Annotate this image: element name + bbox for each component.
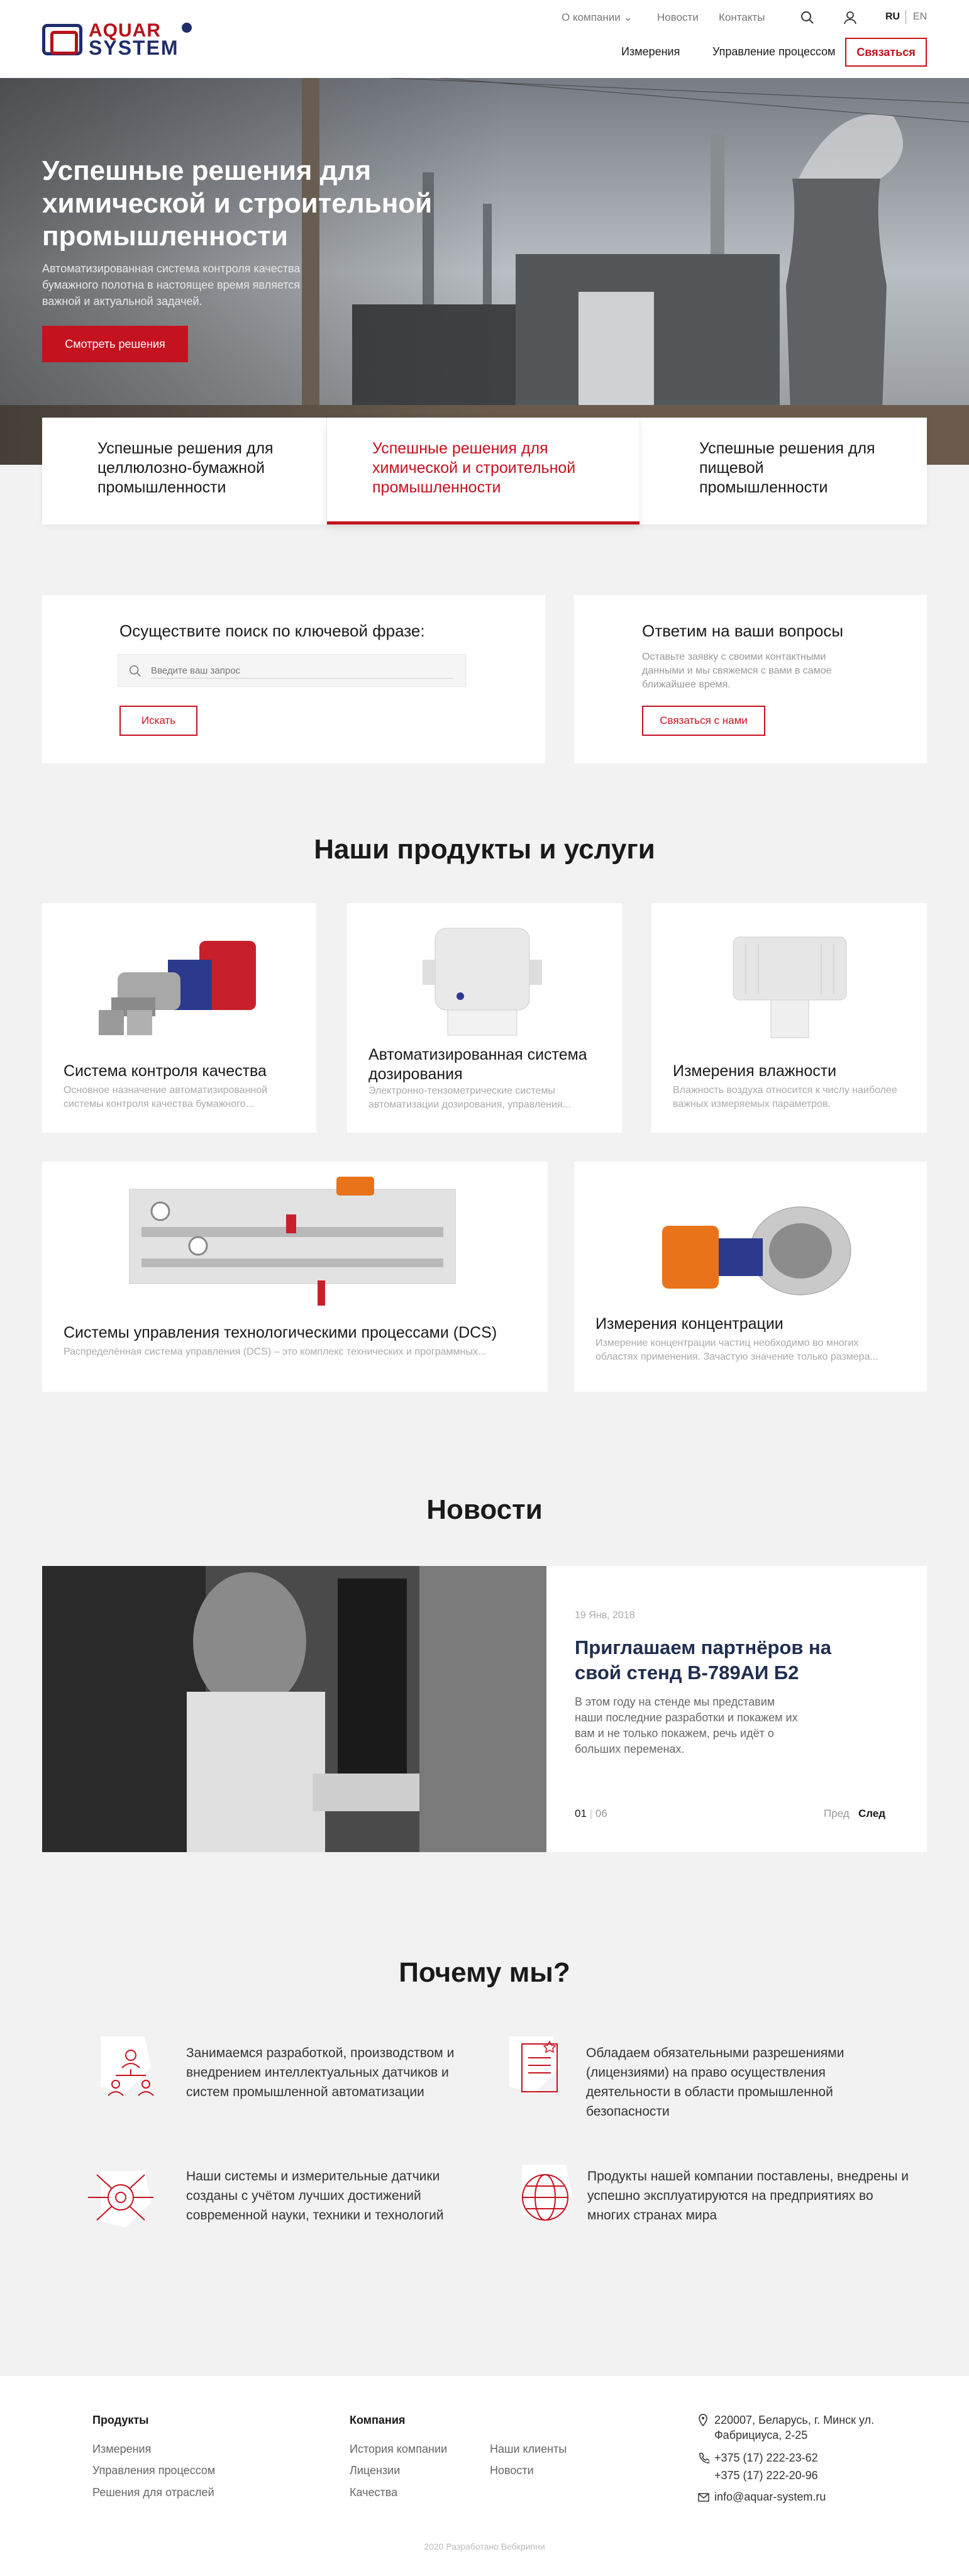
hero-banner: Успешные решения для химической и строит… [0, 78, 969, 465]
product-title: Измерения влажности [673, 1062, 837, 1080]
tab-pulp-paper[interactable]: Успешные решения для целлюлозно-бумажной… [42, 418, 326, 525]
logo-text-bottom: SYSTEM [89, 36, 179, 59]
product-desc: Электронно-тензометрические системы авто… [368, 1085, 571, 1110]
product-card-humidity[interactable]: Измерения влажности Влажность воздуха от… [651, 903, 927, 1133]
product-desc: Основное назначение автоматизированной с… [64, 1085, 268, 1109]
nav-contacts[interactable]: Контакты [719, 11, 765, 24]
news-next-button[interactable]: След [858, 1807, 885, 1820]
products-section-title: Наши продукты и услуги [314, 834, 655, 865]
news-slider: 19 Янв, 2018 Приглашаем партнёров на сво… [42, 1566, 927, 1852]
chevron-down-icon: ⌄ [623, 11, 633, 23]
globe-icon [522, 2165, 572, 2221]
scientist-microscope-image [42, 1566, 546, 1852]
search-card: Осуществите поиск по ключевой фразе: Иск… [42, 595, 545, 763]
lang-en[interactable]: EN [913, 11, 927, 23]
footer-link[interactable]: Управления процессом [92, 2464, 215, 2477]
search-button[interactable]: Искать [119, 706, 197, 736]
product-desc: Измерение концентрации частиц необходимо… [595, 1338, 878, 1362]
product-title: Измерения концентрации [595, 1315, 784, 1333]
search-icon[interactable] [800, 10, 815, 25]
questions-card: Ответим на ваши вопросы Оставьте заявку … [574, 595, 927, 763]
location-pin-icon [699, 2414, 707, 2426]
why-item-text: Занимаемся разработкой, производством и … [186, 2046, 455, 2099]
team-hierarchy-icon [101, 2036, 154, 2096]
footer-link[interactable]: Наши клиенты [490, 2443, 567, 2456]
footer-phone-2[interactable]: +375 (17) 222-20-96 [714, 2469, 818, 2482]
news-counter-total: 06 [595, 1807, 607, 1819]
product-title: Системы управления технологическими проц… [64, 1324, 497, 1341]
why-item-text: Продукты нашей компании поставлены, внед… [587, 2169, 909, 2223]
questions-text: Оставьте заявку с своими контактными дан… [642, 652, 832, 690]
footer-company-title: Компания [350, 2414, 406, 2426]
contact-button[interactable]: Связаться [845, 38, 927, 67]
footer-link[interactable]: Измерения [92, 2443, 151, 2456]
news-prev-button[interactable]: Пред [824, 1807, 850, 1820]
footer-products-title: Продукты [92, 2414, 149, 2426]
why-item-text: Обладаем обязательными разрешениями (лиц… [586, 2046, 844, 2119]
questions-title: Ответим на ваши вопросы [642, 621, 844, 640]
logo-mark-icon [42, 24, 82, 55]
search-input[interactable] [151, 661, 453, 680]
site-header: AQUAR SYSTEM О компании ⌄ Новости Контак… [0, 0, 969, 78]
lang-divider [905, 10, 906, 24]
technology-network-icon [88, 2171, 153, 2228]
logo[interactable]: AQUAR SYSTEM [42, 19, 193, 59]
footer-link[interactable]: Качества [350, 2486, 397, 2499]
news-counter: 01 | 06 [575, 1807, 607, 1819]
footer-address: 220007, Беларусь, г. Минск ул. Фабрициус… [714, 2414, 875, 2441]
search-input-wrapper [118, 654, 466, 687]
search-underline [151, 678, 453, 679]
view-solutions-button[interactable]: Смотреть решения [42, 326, 188, 362]
footer-link[interactable]: История компании [350, 2443, 447, 2456]
news-headline[interactable]: Приглашаем партнёров на свой стенд В-789… [575, 1635, 839, 1685]
humidity-sensor-image [733, 936, 847, 1038]
footer-link[interactable]: Новости [490, 2464, 534, 2477]
hero-subtitle: Автоматизированная система контроля каче… [42, 262, 301, 308]
product-title: Автоматизированная система дозирования [368, 1046, 587, 1083]
user-icon[interactable] [843, 10, 858, 25]
footer-link[interactable]: Лицензии [350, 2464, 400, 2477]
product-card-dosing[interactable]: Автоматизированная система дозирования Э… [347, 903, 622, 1133]
search-icon [129, 665, 141, 677]
news-date: 19 Янв, 2018 [575, 1610, 635, 1621]
news-image [42, 1566, 546, 1852]
footer-email[interactable]: info@aquar-system.ru [714, 2490, 826, 2504]
tab-chemical-construction[interactable]: Успешные решения для химической и строит… [327, 418, 640, 525]
tab-label: Успешные решения для пищевой промышленно… [699, 440, 875, 496]
product-card-concentration[interactable]: Измерения концентрации Измерение концент… [574, 1162, 927, 1392]
tab-label: Успешные решения для целлюлозно-бумажной… [97, 440, 274, 496]
product-desc: Распределённая система управления (DCS) … [64, 1346, 487, 1357]
dosing-system-image [423, 928, 542, 1036]
news-counter-current: 01 [575, 1807, 587, 1819]
contact-us-button[interactable]: Связаться с нами [642, 706, 765, 736]
email-icon [698, 2493, 709, 2502]
tab-label: Успешные решения для химической и строит… [372, 440, 576, 496]
product-title: Система контроля качества [64, 1062, 267, 1080]
product-desc: Влажность воздуха относится к числу наиб… [673, 1085, 897, 1109]
why-item-text: Наши системы и измерительные датчики соз… [186, 2169, 444, 2223]
nav-news[interactable]: Новости [657, 11, 699, 24]
solutions-tabs: Успешные решения для целлюлозно-бумажной… [42, 418, 927, 525]
nav-process-control[interactable]: Управление процессом [712, 45, 836, 58]
dcs-panel-image [129, 1177, 456, 1306]
search-title: Осуществите поиск по ключевой фразе: [119, 621, 425, 640]
footer-link[interactable]: Решения для отраслей [92, 2486, 214, 2499]
hero-title: Успешные решения для химической и строит… [42, 155, 433, 252]
nav-measurements[interactable]: Измерения [621, 45, 680, 58]
lang-ru[interactable]: RU [885, 11, 900, 23]
logo-dot-icon [182, 23, 192, 33]
copyright: 2020 Разработано Вебкрипни [424, 2541, 545, 2551]
nav-about[interactable]: О компании ⌄ [562, 11, 633, 24]
product-card-dcs[interactable]: Системы управления технологическими проц… [42, 1162, 548, 1392]
product-card-quality[interactable]: Система контроля качества Основное назна… [42, 903, 316, 1133]
license-document-icon [509, 2036, 560, 2093]
phone-icon [699, 2453, 709, 2463]
footer-phone-1[interactable]: +375 (17) 222-23-62 [714, 2451, 818, 2465]
news-section-title: Новости [426, 1494, 543, 1525]
news-text: В этом году на стенде мы представим наши… [575, 1696, 798, 1755]
tab-food[interactable]: Успешные решения для пищевой промышленно… [640, 418, 927, 525]
why-section-title: Почему мы? [399, 1957, 570, 1988]
concentration-sensor-image [662, 1206, 851, 1296]
quality-sensor-image [99, 941, 256, 1035]
